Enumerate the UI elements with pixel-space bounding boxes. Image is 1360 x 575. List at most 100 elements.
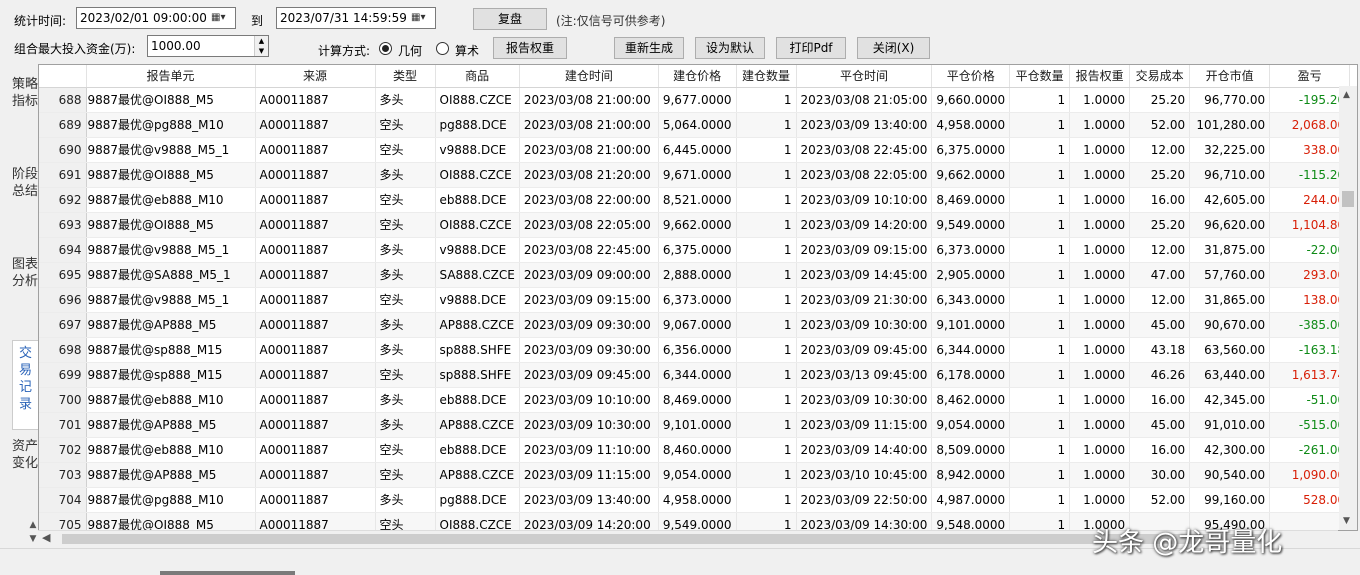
set-default-button[interactable]: 设为默认 [695,37,765,59]
scroll-up-icon[interactable]: ▲ [1343,90,1350,100]
close-price-cell: 4,958.0000 [931,112,1011,138]
close-price-header[interactable]: 平仓价格 [931,65,1011,88]
tab-chart-analysis[interactable]: 图表分析 [12,252,38,338]
source-cell: A00011887 [255,212,376,238]
open-qty-cell: 1 [736,87,797,113]
calendar-dropdown-icon[interactable]: ▦▾ [411,12,431,24]
table-row[interactable]: 696 9887最优@v9888_M5_1 A00011887 空头 v9888.DCE… [39,287,1351,313]
report-weight-button[interactable]: 报告权重 [493,37,567,59]
table-row[interactable]: 699 9887最优@sp888_M15 A00011887 空头 sp888.SHFE… [39,362,1351,388]
close-qty-header[interactable]: 平仓数量 [1009,65,1071,88]
report-unit-header[interactable]: 报告单元 [86,65,256,88]
max-capital-input[interactable]: 1000.00 ▲ ▼ [147,35,269,57]
trade-cost-cell: 30.00 [1129,462,1191,488]
close-price-cell: 8,469.0000 [931,187,1011,213]
open-qty-header[interactable]: 建仓数量 [736,65,797,88]
radio-arithmetic[interactable] [436,42,449,55]
open-qty-cell: 1 [736,312,797,338]
trade-records-table: 报告单元 来源 类型 商品 建仓时间 建仓价格 建仓数量 平仓时间 平仓价格 平仓数量 报告权重 交易… [38,64,1358,531]
type-cell: 空头 [375,287,436,313]
close-qty-cell: 1 [1009,487,1071,513]
pnl-cell: 1,090.00 [1269,462,1351,488]
table-row[interactable]: 695 9887最优@SA888_M5_1 A00011887 多头 SA888.CZC… [39,262,1351,288]
open-price-cell: 6,375.0000 [658,237,737,263]
open-qty-cell: 1 [736,512,797,530]
table-row[interactable]: 701 9887最优@AP888_M5 A00011887 多头 AP888.CZCE 2… [39,412,1351,438]
product-cell: pg888.DCE [435,487,520,513]
report-unit-text: 9887最优@sp888_M15 [87,368,223,382]
close-price-cell: 9,549.0000 [931,212,1011,238]
pnl-cell: 1,613.74 [1269,362,1351,388]
report-unit-text: 9887最优@AP888_M5 [87,418,217,432]
table-row[interactable]: 688 9887最优@OI888_M5 A00011887 多头 OI888.CZCE 2… [39,87,1351,113]
tab-stage-summary[interactable]: 阶段总结 [12,162,38,248]
open-time-header[interactable]: 建仓时间 [519,65,659,88]
pnl-cell: -261.00 [1269,437,1351,463]
open-price-header[interactable]: 建仓价格 [658,65,737,88]
trade-cost-header[interactable]: 交易成本 [1129,65,1191,88]
scrollbar-thumb[interactable] [1342,191,1354,207]
calendar-dropdown-icon[interactable]: ▦▾ [211,12,231,24]
open-qty-cell: 1 [736,387,797,413]
table-row[interactable]: 703 9887最优@AP888_M5 A00011887 空头 AP888.CZCE 2… [39,462,1351,488]
report-weight-header[interactable]: 报告权重 [1069,65,1131,88]
replay-button[interactable]: 复盘 [473,8,547,30]
table-row[interactable]: 700 9887最优@eb888_M10 A00011887 多头 eb888.DCE 2… [39,387,1351,413]
table-row[interactable]: 694 9887最优@v9888_M5_1 A00011887 多头 v9888.DCE… [39,237,1351,263]
spinner-arrows-icon[interactable]: ▲ ▼ [254,36,268,56]
open-value-cell: 32,225.00 [1189,137,1271,163]
trade-cost-cell: 16.00 [1129,187,1191,213]
close-qty-cell: 1 [1009,337,1071,363]
pnl-cell: -515.00 [1269,412,1351,438]
type-cell: 多头 [375,412,436,438]
pnl-header[interactable]: 盈亏 [1269,65,1351,88]
end-time-picker[interactable]: 2023/07/31 14:59:59 ▦▾ [276,7,436,29]
open-price-cell: 4,958.0000 [658,487,737,513]
row-number-cell: 702 [39,437,87,463]
product-cell: v9888.DCE [435,237,520,263]
product-header[interactable]: 商品 [435,65,520,88]
open-price-cell: 2,888.0000 [658,262,737,288]
open-price-cell: 8,469.0000 [658,387,737,413]
print-pdf-button[interactable]: 打印Pdf [776,37,846,59]
table-row[interactable]: 693 9887最优@OI888_M5 A00011887 空头 OI888.CZCE 2… [39,212,1351,238]
table-row[interactable]: 692 9887最优@eb888_M10 A00011887 空头 eb888.DCE 2… [39,187,1351,213]
table-row[interactable]: 690 9887最优@v9888_M5_1 A00011887 空头 v9888.DCE… [39,137,1351,163]
tab-trade-records[interactable]: 交易记录 [12,340,38,430]
open-value-cell: 63,560.00 [1189,337,1271,363]
table-row[interactable]: 698 9887最优@sp888_M15 A00011887 多头 sp888.SHFE… [39,337,1351,363]
scrollbar-thumb[interactable] [62,534,1262,544]
scroll-down-icon[interactable]: ▼ [1343,516,1350,526]
scrollbar-thumb[interactable] [160,571,295,575]
source-header[interactable]: 来源 [255,65,376,88]
open-price-cell: 9,677.0000 [658,87,737,113]
table-row[interactable]: 704 9887最优@pg888_M10 A00011887 多头 pg888.DCE 2… [39,487,1351,513]
tab-strategy-indicators[interactable]: 策略指标 [12,72,38,158]
vertical-scrollbar[interactable]: ▲ ▼ [1339,86,1357,530]
regenerate-button[interactable]: 重新生成 [614,37,684,59]
radio-geometric[interactable] [379,42,392,55]
scroll-left-icon[interactable]: ◀ [42,531,50,544]
product-cell: OI888.CZCE [435,512,520,530]
row-number-header[interactable] [39,65,87,88]
report-unit-cell: 9887最优@AP888_M5 [86,412,256,438]
table-row[interactable]: 697 9887最优@AP888_M5 A00011887 多头 AP888.CZCE 2… [39,312,1351,338]
tab-asset-changes[interactable]: 资产变化 [12,434,38,520]
stat-time-label: 统计时间: [14,14,67,28]
report-weight-cell: 1.0000 [1069,187,1131,213]
close-price-cell: 8,509.0000 [931,437,1011,463]
start-time-picker[interactable]: 2023/02/01 09:00:00 ▦▾ [76,7,236,29]
close-button[interactable]: 关闭(X) [857,37,930,59]
pnl-cell: -115.20 [1269,162,1351,188]
table-row[interactable]: 689 9887最优@pg888_M10 A00011887 空头 pg888.DCE 2… [39,112,1351,138]
type-header[interactable]: 类型 [375,65,436,88]
close-time-header[interactable]: 平仓时间 [796,65,933,88]
table-row[interactable]: 691 9887最优@OI888_M5 A00011887 多头 OI888.CZCE 2… [39,162,1351,188]
trade-cost-cell: 46.26 [1129,362,1191,388]
close-time-cell: 2023/03/09 10:30:00 [796,312,933,338]
close-price-cell: 6,343.0000 [931,287,1011,313]
table-row[interactable]: 702 9887最优@eb888_M10 A00011887 空头 eb888.DCE 2… [39,437,1351,463]
source-cell: A00011887 [255,87,376,113]
open-value-header[interactable]: 开仓市值 [1189,65,1271,88]
open-value-cell: 96,710.00 [1189,162,1271,188]
